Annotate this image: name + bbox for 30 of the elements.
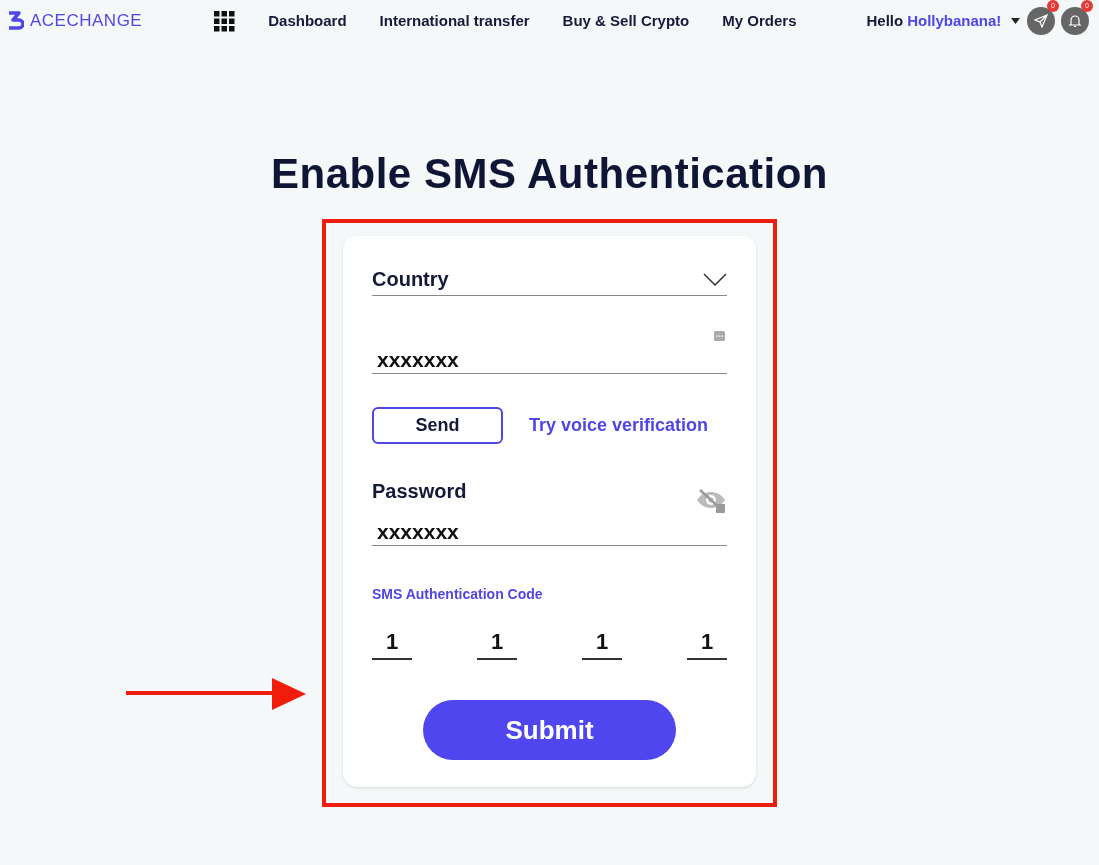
chevron-down-icon [703,272,727,286]
send-button[interactable]: Send [372,407,503,444]
password-label: Password [372,479,467,504]
page-title: Enable SMS Authentication [270,149,829,199]
code-digit-field[interactable]: 1 [687,625,727,660]
send-message-button[interactable] [1027,7,1055,35]
code-digit-field[interactable]: 1 [582,625,622,660]
paper-plane-icon [1034,14,1048,28]
bell-icon [1068,14,1082,28]
nav-link[interactable]: International transfer [379,9,530,33]
submit-button[interactable]: Submit [423,700,676,760]
voice-verification-link[interactable]: Try voice verification [529,412,709,439]
notifications-button[interactable] [1061,7,1089,35]
select-placeholder: Country [372,267,449,292]
nav-link[interactable]: Buy & Sell Crypto [562,9,690,33]
code-digit-field[interactable]: 1 [477,625,517,660]
apps-grid-icon[interactable] [214,10,236,32]
password-field[interactable]: xxxxxxx [372,506,727,546]
nav-link[interactable]: Dashboard [268,9,347,33]
country-select[interactable]: Country [372,264,727,296]
eye-slash-icon[interactable] [695,488,727,514]
code-digit-field[interactable]: 1 [372,625,412,660]
logo-text[interactable]: ACECHANGE [30,8,143,34]
caret-icon[interactable] [1011,18,1021,24]
logo-icon [6,10,24,32]
phone-field[interactable]: xxxxxxx [372,336,727,374]
username-link[interactable]: Hollybanana! [907,9,1002,33]
nav-link[interactable]: My Orders [722,9,797,33]
code-label: SMS Authentication Code [372,585,544,604]
greeting-text: Hello [866,10,904,31]
